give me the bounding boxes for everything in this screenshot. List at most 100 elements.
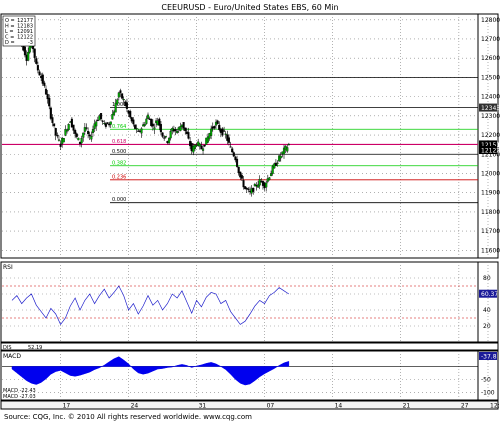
price-tag-label: 12343: [481, 105, 500, 112]
info-box-key: D =: [5, 40, 15, 46]
y-tick-label: 12300: [481, 113, 500, 120]
candle-body: [35, 58, 38, 64]
candle-body: [80, 138, 83, 144]
candle-body: [161, 132, 164, 137]
y-tick-label: 40: [483, 307, 491, 314]
candle-body: [265, 182, 268, 188]
candle-body: [82, 132, 85, 138]
candle-body: [201, 148, 205, 151]
rsi-label: RSI: [3, 264, 13, 271]
candle-body: [187, 132, 190, 139]
x-tick-label: 31: [199, 403, 207, 410]
chart: CEEURUSD - Euro/United States EBS, 60 Mi…: [0, 3, 500, 421]
candle-body: [153, 127, 156, 130]
y-tick-label: 12400: [481, 94, 500, 101]
chart-title: CEEURUSD - Euro/United States EBS, 60 Mi…: [161, 3, 338, 12]
rsi-line: [11, 285, 290, 326]
candle-body: [88, 134, 91, 137]
y-tick-label: 11600: [481, 247, 500, 254]
candle-body: [85, 127, 88, 129]
candle-body: [140, 128, 143, 134]
macd-area: [11, 356, 290, 386]
candle-body: [231, 148, 234, 153]
candle-body: [53, 123, 56, 127]
candle-body: [203, 144, 206, 147]
candle-body: [72, 124, 75, 131]
candle-body: [169, 131, 172, 139]
macd-label: MACD: [3, 353, 21, 360]
candle-body: [242, 180, 245, 188]
candle-body: [106, 122, 109, 124]
candle-body: [117, 92, 120, 98]
y-tick-label: 20: [483, 323, 491, 330]
candle-body: [252, 187, 255, 192]
candle-body: [163, 137, 166, 139]
candle-body: [135, 127, 138, 130]
candle-body: [87, 131, 90, 135]
candle-body: [59, 144, 62, 147]
candle-body: [145, 118, 148, 124]
candle-body: [151, 123, 154, 127]
candle-body: [121, 93, 124, 99]
candle-body: [43, 82, 46, 86]
fib-label: 0.764: [112, 124, 126, 130]
candle-body: [54, 127, 57, 136]
candle-body: [268, 177, 271, 180]
candle-body: [176, 131, 179, 133]
candle-body: [95, 121, 98, 127]
y-tick-label: 11900: [481, 190, 500, 197]
y-tick-label: 11700: [481, 228, 500, 235]
candle-body: [101, 120, 104, 122]
candle-body: [182, 122, 185, 129]
y-tick-label: 11800: [481, 209, 500, 216]
candle-body: [99, 113, 103, 120]
candle-body: [33, 48, 36, 58]
candle-body: [122, 99, 125, 101]
candle-body: [23, 46, 27, 56]
candle-body: [232, 152, 235, 157]
y-tick-label: 12500: [481, 74, 500, 81]
candle-body: [174, 129, 177, 132]
info-box-value: -3: [28, 40, 33, 46]
candle-body: [41, 74, 44, 84]
candle-body: [27, 51, 30, 61]
candle-body: [114, 102, 117, 113]
candle-body: [125, 102, 129, 109]
candle-body: [164, 136, 167, 138]
candle-body: [57, 139, 61, 141]
fib-label: 0.382: [112, 160, 126, 166]
x-tick-label: 21: [403, 403, 411, 410]
sub-panel-value: 52.19: [28, 345, 42, 351]
candle-body: [143, 124, 146, 126]
time-axis: [0, 400, 499, 410]
candle-body: [67, 124, 70, 131]
x-tick-label: 14: [335, 403, 343, 410]
candle-body: [36, 65, 39, 71]
candle-body: [240, 175, 243, 179]
candle-body: [90, 136, 93, 140]
fib-label: 0.618: [112, 139, 126, 145]
candle-body: [276, 162, 279, 164]
candle-body: [287, 144, 290, 146]
fib-label: 0.000: [112, 197, 126, 203]
candle-body: [74, 130, 77, 134]
candle-body: [129, 111, 132, 118]
candle-body: [159, 124, 163, 133]
candle-body: [51, 117, 54, 123]
macd-readout: MACD -27.03: [3, 394, 36, 400]
source-credit: Source: CQG, Inc. © 2010 All rights rese…: [4, 413, 252, 421]
candle-body: [104, 123, 107, 127]
panels: DIS 52.19 17 24 31 07 14 21 27 12:00 11600 11700 118…: [0, 13, 500, 410]
candle-body: [48, 97, 51, 107]
candle-body: [229, 146, 232, 148]
candle-body: [38, 71, 41, 76]
candle-body: [116, 99, 119, 105]
candle-body: [146, 114, 150, 119]
y-tick-label: -100: [481, 389, 495, 396]
y-tick-label: 12800: [481, 17, 500, 24]
y-tick-label: -50: [481, 376, 491, 383]
candle-body: [62, 138, 65, 143]
fib-label: 0.236: [112, 174, 126, 180]
rsi-value-label: 60.37: [481, 291, 498, 298]
candle-body: [227, 137, 231, 143]
